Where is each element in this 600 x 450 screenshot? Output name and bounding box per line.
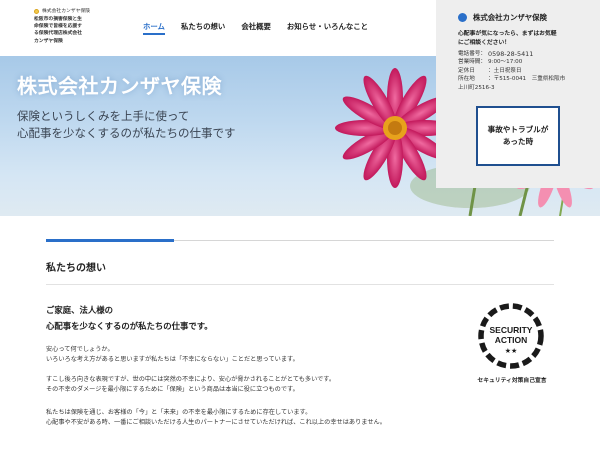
info-row-address: 所在地 ：〒515-0041 三重県松阪市 <box>458 75 600 83</box>
nav-item-home[interactable]: ホーム <box>138 21 170 35</box>
company-dot-icon <box>458 13 467 22</box>
nav-item-company[interactable]: 会社概要 <box>236 21 276 35</box>
info-row-phone: 電話番号： 0598-28-5411 <box>458 50 600 58</box>
badge-text-security: SECURITY <box>490 325 533 335</box>
paragraph-1: 安心って何でしょうか。 いろいろな考え方があると思いますが私たちは「不幸にならな… <box>46 346 299 363</box>
badge-text-action: ACTION <box>495 335 528 345</box>
main-nav: ホーム 私たちの想い 会社概要 お知らせ・いろんなこと <box>138 21 379 35</box>
section-lead: ご家庭、法人様の 心配事を少なくするのが私たちの仕事です。 <box>46 305 213 331</box>
paragraph-3: 私たちは保険を通じ、お客様の「今」と「未来」の不幸を最小限にするために存在してい… <box>46 409 386 426</box>
info-message: 心配事が気になったら、まずはお気軽 にご相談ください！ <box>458 31 557 46</box>
info-value: 9:00～17:00 <box>488 59 523 66</box>
nav-item-news[interactable]: お知らせ・いろんなこと <box>282 21 373 35</box>
hero-subtitle-line-1: 保険というしくみを上手に使って <box>17 109 190 123</box>
info-label: 所在地 <box>458 76 475 83</box>
info-value: 上川町2516-3 <box>458 84 495 91</box>
logo-name-row: 株式会社カンザヤ保険 <box>34 8 114 15</box>
badge-caption: セキュリティ対策自己宣言 <box>477 378 547 384</box>
info-label: 電話番号： <box>458 51 486 57</box>
phone-number[interactable]: 0598-28-5411 <box>488 50 533 58</box>
info-value: ：土日祝祭日 <box>488 67 522 74</box>
info-label: 営業時間： <box>458 59 486 66</box>
info-value: ：〒515-0041 三重県松阪市 <box>488 76 566 83</box>
info-company-name: 株式会社カンザヤ保険 <box>473 13 547 22</box>
badge-stars: ★★ <box>505 347 518 355</box>
info-label: 定休日 <box>458 67 475 74</box>
hero-subtitle: 保険というしくみを上手に使って 心配事を少なくするのが私たちの仕事です <box>17 108 236 142</box>
info-company-row: 株式会社カンザヤ保険 <box>458 12 600 23</box>
hero-title: 株式会社カンザヤ保険 <box>17 74 222 98</box>
logo-name: 株式会社カンザヤ保険 <box>42 9 90 14</box>
info-row-address-2: 上川町2516-3 <box>458 84 600 92</box>
section-rule <box>46 284 554 285</box>
hero-subtitle-line-2: 心配事を少なくするのが私たちの仕事です <box>17 126 236 140</box>
logo-description: 松阪市の損害保険と生 命保険で皆様を応援す る保険代理店株式会社 カンザヤ保険 <box>34 17 82 44</box>
logo-mark-icon <box>34 9 39 14</box>
contact-info-panel: 株式会社カンザヤ保険 心配事が気になったら、まずはお気軽 にご相談ください！ 電… <box>436 0 600 188</box>
paragraph-2: すこし後ろ向きな表現ですが、世の中には突然の不幸により、安心が脅かされることがと… <box>46 376 336 393</box>
info-row-holiday: 定休日 ：土日祝祭日 <box>458 67 600 75</box>
info-details: 電話番号： 0598-28-5411 営業時間： 9:00～17:00 定休日 … <box>458 50 600 92</box>
info-row-hours: 営業時間： 9:00～17:00 <box>458 58 600 66</box>
site-logo[interactable]: 株式会社カンザヤ保険 松阪市の損害保険と生 命保険で皆様を応援す る保険代理店株… <box>34 8 114 45</box>
nav-item-philosophy[interactable]: 私たちの想い <box>176 21 230 35</box>
section-title: 私たちの想い <box>46 263 106 274</box>
section-divider-accent <box>46 239 174 242</box>
accident-trouble-button[interactable]: 事故やトラブルが あった時 <box>476 106 560 166</box>
